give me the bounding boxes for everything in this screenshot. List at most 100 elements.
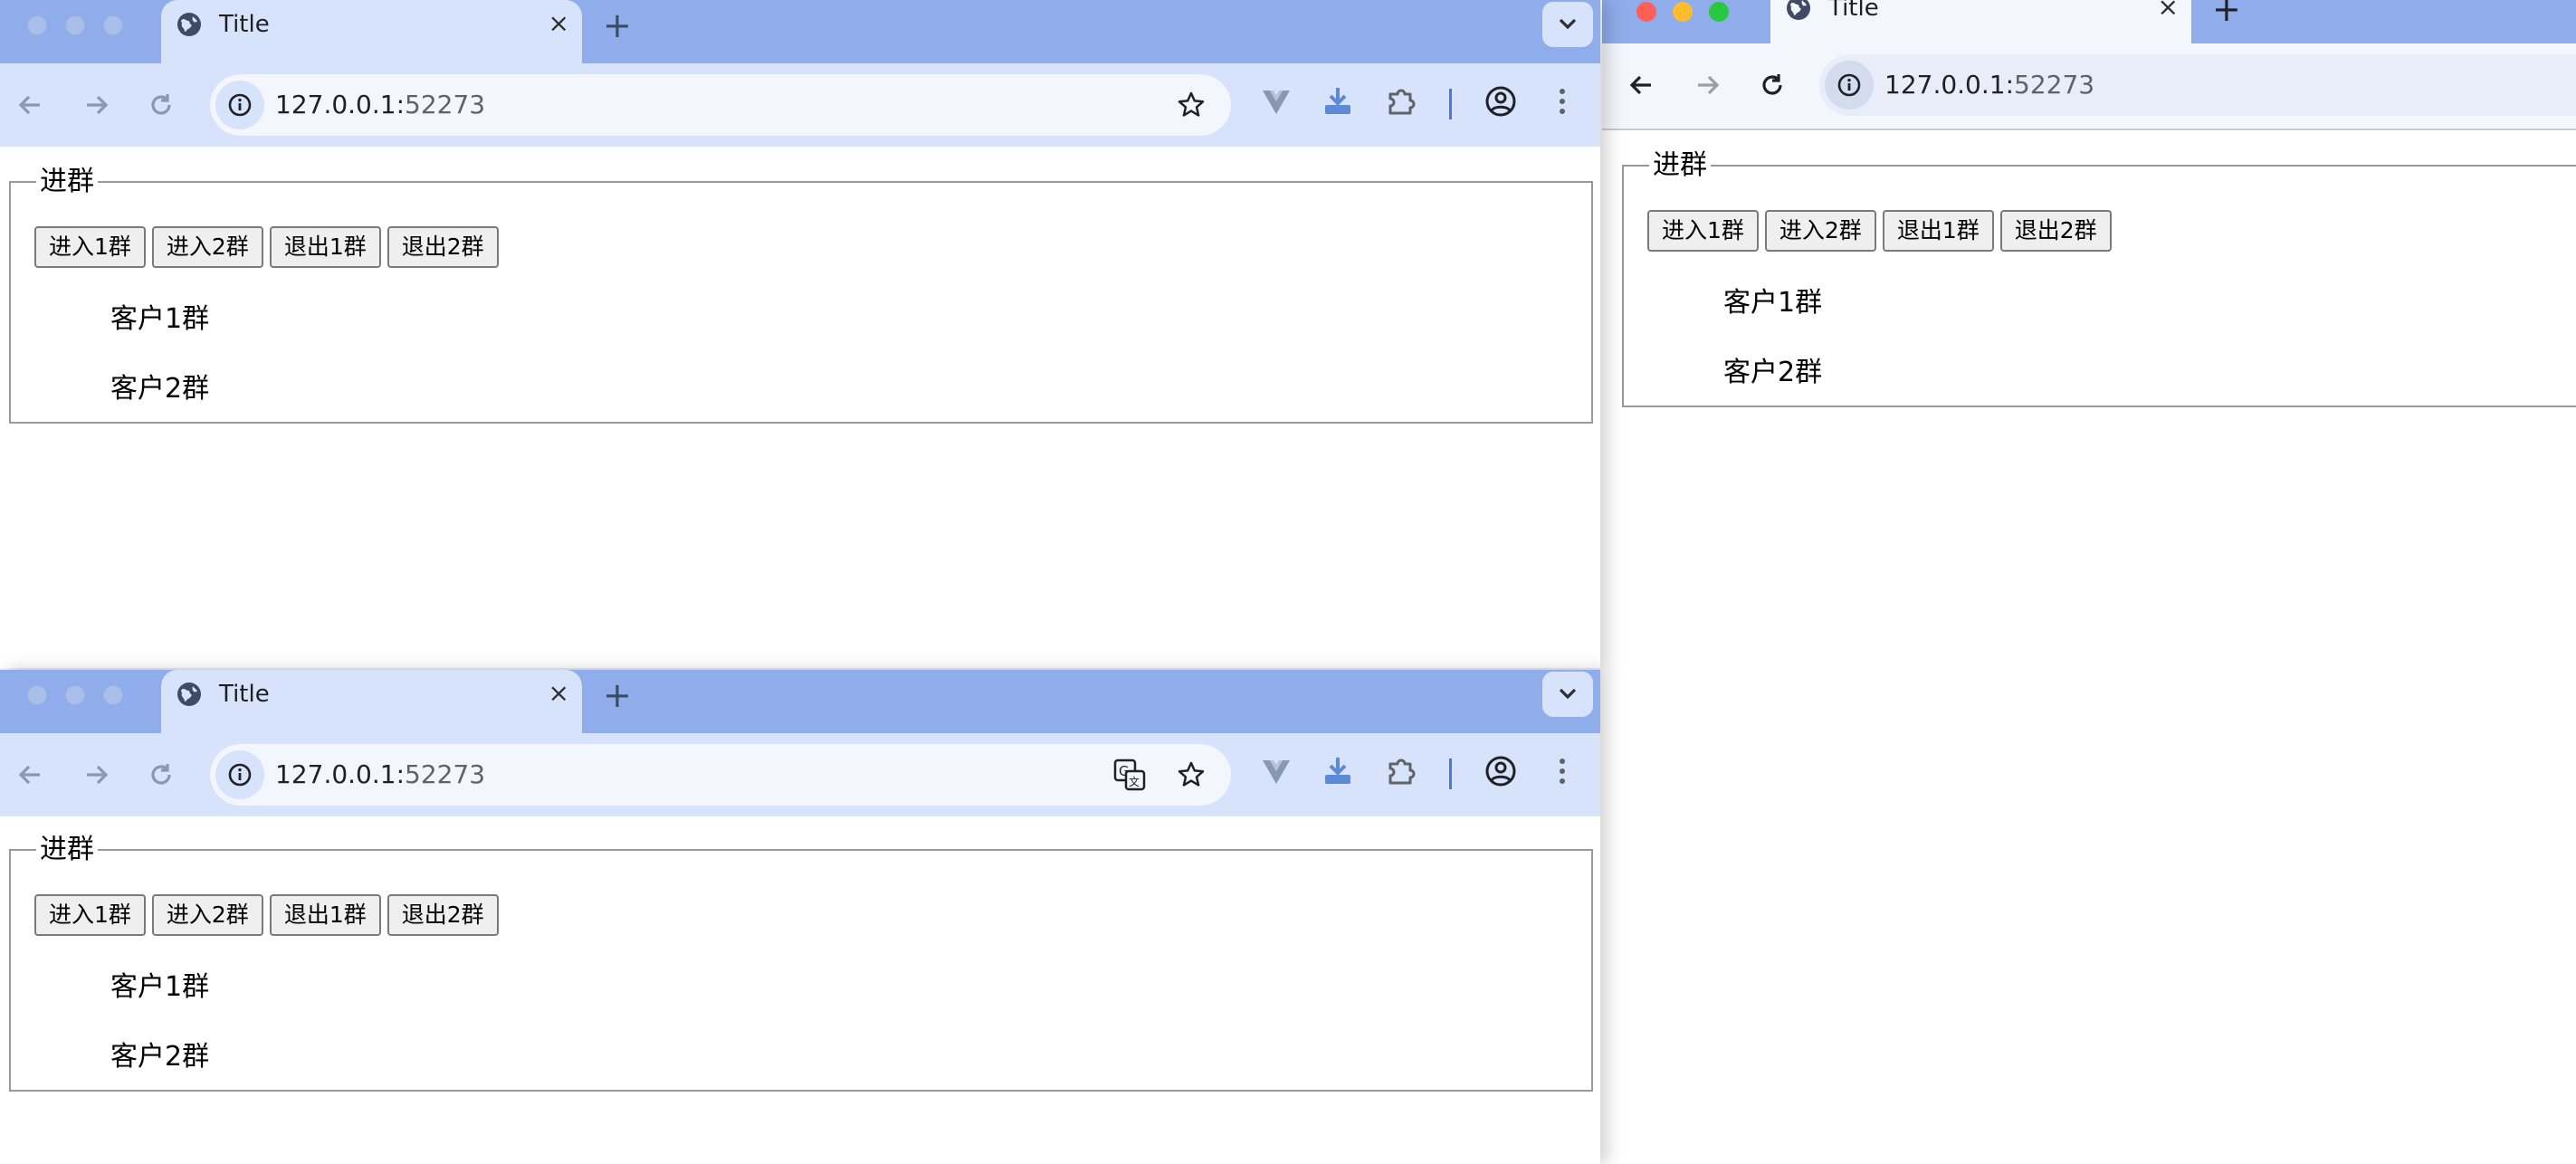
tab-search-button[interactable] — [1542, 2, 1593, 47]
url-text: 127.0.0.1:52273 — [1884, 71, 2094, 100]
new-tab-button[interactable]: + — [603, 677, 632, 713]
zoom-window-button[interactable] — [1709, 2, 1729, 22]
tab-title: Title — [1828, 0, 1879, 22]
group-fieldset: 进群 进入1群 进入2群 退出1群 退出2群 客户1群 客户2群 — [1622, 152, 2576, 407]
close-window-button[interactable] — [27, 15, 47, 35]
leave-group-2-button[interactable]: 退出2群 — [386, 894, 499, 936]
new-tab-button[interactable]: + — [603, 7, 632, 43]
profile-icon[interactable] — [1484, 85, 1517, 118]
profile-icon[interactable] — [1484, 755, 1517, 787]
group-legend: 进群 — [1653, 149, 1707, 181]
leave-group-2-button[interactable]: 退出2群 — [386, 226, 499, 268]
join-group-2-button[interactable]: 进入2群 — [1764, 210, 1876, 252]
globe-icon — [177, 13, 201, 36]
address-bar[interactable]: 127.0.0.1:52273 — [1819, 54, 2576, 116]
address-bar[interactable]: 127.0.0.1:52273 G文 — [210, 744, 1231, 806]
page-content: 进群 进入1群 进入2群 退出1群 退出2群 客户1群 客户2群 — [1602, 130, 2576, 1164]
arrow-left-icon[interactable] — [13, 87, 49, 123]
browser-window-top-left: Title × + 127.0.0.1:52273 进群 进入1群 进入2群 退出 — [0, 0, 1600, 668]
vue-devtools-icon[interactable] — [1260, 755, 1293, 787]
page-content: 进群 进入1群 进入2群 退出1群 退出2群 客户1群 客户2群 — [0, 147, 1600, 668]
customer-group-2-label: 客户2群 — [110, 1041, 210, 1073]
tab-search-button[interactable] — [1542, 672, 1593, 717]
browser-window-right: Title × + 127.0.0.1:52273 进群 进入1群 进入2群 退出1… — [1602, 0, 2576, 1164]
tab-close-icon[interactable]: × — [2158, 0, 2179, 21]
leave-group-2-button[interactable]: 退出2群 — [1999, 210, 2112, 252]
url-text: 127.0.0.1:52273 — [275, 760, 485, 789]
arrow-right-icon[interactable] — [78, 87, 114, 123]
join-group-1-button[interactable]: 进入1群 — [34, 226, 146, 268]
customer-group-1-label: 客户1群 — [110, 303, 210, 335]
site-info-button[interactable] — [215, 81, 264, 129]
zoom-window-button[interactable] — [103, 15, 123, 35]
toolbar-divider — [1449, 89, 1452, 119]
url-port: 52273 — [405, 90, 486, 119]
join-group-2-button[interactable]: 进入2群 — [151, 894, 263, 936]
toolbar-divider — [1449, 759, 1452, 789]
reload-icon[interactable] — [143, 757, 179, 793]
kebab-menu-icon[interactable] — [1557, 85, 1568, 118]
minimize-window-button[interactable] — [65, 685, 85, 705]
join-group-1-button[interactable]: 进入1群 — [1647, 210, 1759, 252]
customer-group-2-label: 客户2群 — [110, 373, 210, 405]
close-window-button[interactable] — [1636, 2, 1656, 22]
toolbar: 127.0.0.1:52273 — [0, 63, 1600, 147]
minimize-window-button[interactable] — [1673, 2, 1693, 22]
site-info-button[interactable] — [1825, 61, 1874, 110]
url-text: 127.0.0.1:52273 — [275, 91, 485, 119]
arrow-right-icon[interactable] — [1689, 67, 1725, 103]
tab-title: Title — [219, 681, 270, 708]
join-group-2-button[interactable]: 进入2群 — [151, 226, 263, 268]
toolbar: 127.0.0.1:52273 G文 — [0, 733, 1600, 816]
download-extension-icon[interactable] — [1321, 755, 1354, 787]
customer-group-1-label: 客户1群 — [1723, 287, 1823, 319]
browser-tab[interactable]: Title × — [161, 0, 582, 63]
tab-close-icon[interactable]: × — [549, 10, 569, 37]
tab-strip: Title × + — [0, 0, 1600, 63]
minimize-window-button[interactable] — [65, 15, 85, 35]
reload-icon[interactable] — [1754, 67, 1790, 103]
group-legend: 进群 — [40, 834, 94, 865]
arrow-left-icon[interactable] — [1624, 67, 1660, 103]
address-bar[interactable]: 127.0.0.1:52273 — [210, 74, 1231, 136]
close-window-button[interactable] — [27, 685, 47, 705]
zoom-window-button[interactable] — [103, 685, 123, 705]
site-info-button[interactable] — [215, 750, 264, 799]
translate-icon[interactable]: G文 — [1113, 759, 1146, 791]
info-icon — [228, 93, 252, 117]
star-icon[interactable] — [1177, 760, 1206, 789]
url-port: 52273 — [2014, 70, 2095, 100]
customer-group-1-label: 客户1群 — [110, 971, 210, 1003]
join-group-1-button[interactable]: 进入1群 — [34, 894, 146, 936]
vue-devtools-icon[interactable] — [1260, 85, 1293, 118]
info-icon — [228, 763, 252, 787]
url-host: 127.0.0.1: — [275, 90, 405, 119]
group-legend: 进群 — [40, 166, 94, 197]
url-host: 127.0.0.1: — [275, 759, 405, 789]
group-buttons: 进入1群 进入2群 退出1群 退出2群 — [34, 894, 505, 936]
puzzle-icon[interactable] — [1385, 85, 1417, 118]
arrow-right-icon[interactable] — [78, 757, 114, 793]
leave-group-1-button[interactable]: 退出1群 — [1882, 210, 1994, 252]
arrow-left-icon[interactable] — [13, 757, 49, 793]
tab-title: Title — [219, 11, 270, 38]
browser-window-bottom-left: Title × + 127.0.0.1:52273 G文 进群 进入1群 进入2… — [0, 670, 1600, 1164]
puzzle-icon[interactable] — [1385, 755, 1417, 787]
svg-text:文: 文 — [1129, 775, 1140, 788]
kebab-menu-icon[interactable] — [1557, 755, 1568, 787]
group-buttons: 进入1群 进入2群 退出1群 退出2群 — [1647, 210, 2118, 252]
browser-tab[interactable]: Title × — [1770, 0, 2191, 43]
group-fieldset: 进群 进入1群 进入2群 退出1群 退出2群 客户1群 客户2群 — [9, 168, 1593, 424]
page-content: 进群 进入1群 进入2群 退出1群 退出2群 客户1群 客户2群 — [0, 816, 1600, 1164]
tab-close-icon[interactable]: × — [549, 680, 569, 707]
new-tab-button[interactable]: + — [2212, 0, 2241, 27]
leave-group-1-button[interactable]: 退出1群 — [269, 894, 381, 936]
chevron-down-icon — [1559, 688, 1577, 700]
tab-strip: Title × + — [0, 670, 1600, 733]
browser-tab[interactable]: Title × — [161, 670, 582, 733]
star-icon[interactable] — [1177, 91, 1206, 119]
group-fieldset: 进群 进入1群 进入2群 退出1群 退出2群 客户1群 客户2群 — [9, 836, 1593, 1092]
reload-icon[interactable] — [143, 87, 179, 123]
download-extension-icon[interactable] — [1321, 85, 1354, 118]
leave-group-1-button[interactable]: 退出1群 — [269, 226, 381, 268]
